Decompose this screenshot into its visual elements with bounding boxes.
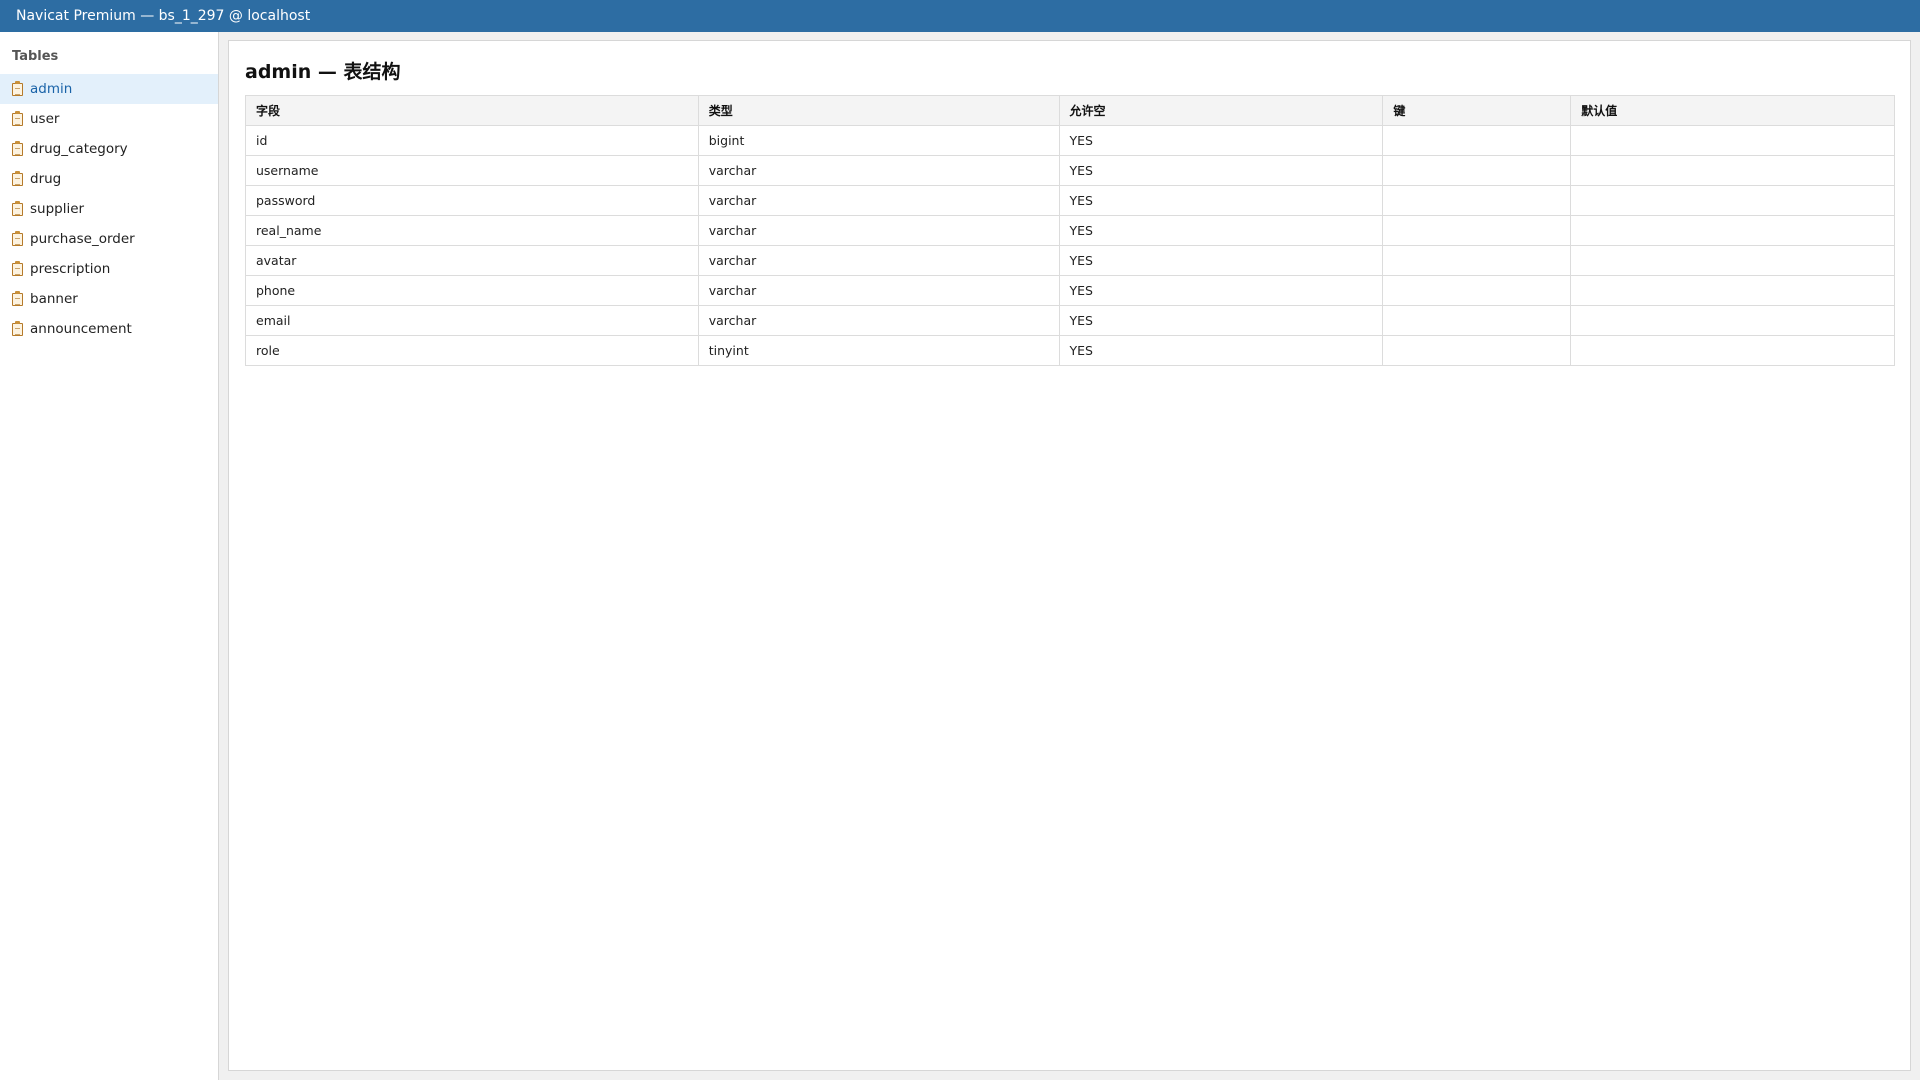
key-cell[interactable]: [1382, 335, 1572, 366]
type-cell[interactable]: bigint: [697, 125, 1060, 156]
sidebar-item-label: banner: [30, 291, 78, 307]
key-cell[interactable]: [1382, 305, 1572, 336]
field-cell[interactable]: id: [245, 125, 699, 156]
table-row[interactable]: real_name varchar YES: [245, 215, 1895, 246]
field-cell[interactable]: avatar: [245, 245, 699, 276]
nullable-cell[interactable]: YES: [1058, 305, 1384, 336]
table-row[interactable]: password varchar YES: [245, 185, 1895, 216]
type-cell[interactable]: varchar: [697, 155, 1060, 186]
sidebar-item-announcement[interactable]: announcement: [0, 314, 218, 344]
table-icon: [12, 260, 23, 276]
sidebar-item-purchase-order[interactable]: purchase_order: [0, 224, 218, 254]
table-icon: [12, 110, 23, 126]
nullable-cell[interactable]: YES: [1058, 125, 1384, 156]
sidebar-item-label: drug_category: [30, 141, 128, 157]
field-cell[interactable]: real_name: [245, 215, 699, 246]
sidebar-item-label: admin: [30, 81, 73, 97]
table-row[interactable]: role tinyint YES: [245, 335, 1895, 366]
sidebar-item-drug-category[interactable]: drug_category: [0, 134, 218, 164]
structure-panel: admin — 表结构 字段 类型 允许空 键 默认值 id bigint YE…: [228, 40, 1911, 1071]
default-cell[interactable]: [1570, 275, 1895, 306]
default-cell[interactable]: [1570, 125, 1895, 156]
window-title: Navicat Premium — bs_1_297 @ localhost: [16, 8, 311, 24]
sidebar-item-drug[interactable]: drug: [0, 164, 218, 194]
sidebar-item-banner[interactable]: banner: [0, 284, 218, 314]
sidebar-item-label: prescription: [30, 261, 111, 277]
default-cell[interactable]: [1570, 335, 1895, 366]
structure-table: 字段 类型 允许空 键 默认值 id bigint YES username v…: [245, 95, 1895, 366]
table-list: admin user drug_category drug supplier p…: [0, 74, 218, 344]
sidebar-item-supplier[interactable]: supplier: [0, 194, 218, 224]
table-row[interactable]: phone varchar YES: [245, 275, 1895, 306]
column-header-key[interactable]: 键: [1382, 95, 1572, 126]
field-cell[interactable]: phone: [245, 275, 699, 306]
table-icon: [12, 80, 23, 96]
column-header-type[interactable]: 类型: [697, 95, 1060, 126]
column-header-default[interactable]: 默认值: [1570, 95, 1895, 126]
default-cell[interactable]: [1570, 155, 1895, 186]
sidebar-item-prescription[interactable]: prescription: [0, 254, 218, 284]
sidebar-item-label: supplier: [30, 201, 85, 217]
sidebar-item-user[interactable]: user: [0, 104, 218, 134]
sidebar-heading: Tables: [12, 49, 59, 64]
default-cell[interactable]: [1570, 185, 1895, 216]
nullable-cell[interactable]: YES: [1058, 335, 1384, 366]
field-cell[interactable]: password: [245, 185, 699, 216]
table-icon: [12, 320, 23, 336]
sidebar: Tables admin user drug_category drug sup…: [0, 32, 219, 1080]
key-cell[interactable]: [1382, 215, 1572, 246]
default-cell[interactable]: [1570, 245, 1895, 276]
window-titlebar: Navicat Premium — bs_1_297 @ localhost: [0, 0, 1920, 32]
sidebar-item-admin[interactable]: admin: [0, 74, 218, 104]
table-icon: [12, 290, 23, 306]
table-icon: [12, 230, 23, 246]
default-cell[interactable]: [1570, 305, 1895, 336]
key-cell[interactable]: [1382, 185, 1572, 216]
key-cell[interactable]: [1382, 245, 1572, 276]
nullable-cell[interactable]: YES: [1058, 215, 1384, 246]
table-row[interactable]: id bigint YES: [245, 125, 1895, 156]
table-icon: [12, 170, 23, 186]
field-cell[interactable]: role: [245, 335, 699, 366]
nullable-cell[interactable]: YES: [1058, 155, 1384, 186]
sidebar-item-label: drug: [30, 171, 62, 187]
key-cell[interactable]: [1382, 155, 1572, 186]
field-cell[interactable]: email: [245, 305, 699, 336]
nullable-cell[interactable]: YES: [1058, 275, 1384, 306]
type-cell[interactable]: varchar: [697, 185, 1060, 216]
field-cell[interactable]: username: [245, 155, 699, 186]
table-icon: [12, 200, 23, 216]
table-icon: [12, 140, 23, 156]
table-header-row: 字段 类型 允许空 键 默认值: [245, 95, 1895, 126]
sidebar-item-label: announcement: [30, 321, 132, 337]
type-cell[interactable]: varchar: [697, 275, 1060, 306]
type-cell[interactable]: tinyint: [697, 335, 1060, 366]
sidebar-item-label: user: [30, 111, 60, 127]
type-cell[interactable]: varchar: [697, 245, 1060, 276]
default-cell[interactable]: [1570, 215, 1895, 246]
table-row[interactable]: avatar varchar YES: [245, 245, 1895, 276]
key-cell[interactable]: [1382, 125, 1572, 156]
table-row[interactable]: email varchar YES: [245, 305, 1895, 336]
page-title: admin — 表结构: [245, 61, 401, 83]
type-cell[interactable]: varchar: [697, 305, 1060, 336]
table-row[interactable]: username varchar YES: [245, 155, 1895, 186]
type-cell[interactable]: varchar: [697, 215, 1060, 246]
nullable-cell[interactable]: YES: [1058, 245, 1384, 276]
column-header-field[interactable]: 字段: [245, 95, 699, 126]
nullable-cell[interactable]: YES: [1058, 185, 1384, 216]
key-cell[interactable]: [1382, 275, 1572, 306]
column-header-nullable[interactable]: 允许空: [1058, 95, 1384, 126]
sidebar-item-label: purchase_order: [30, 231, 135, 247]
